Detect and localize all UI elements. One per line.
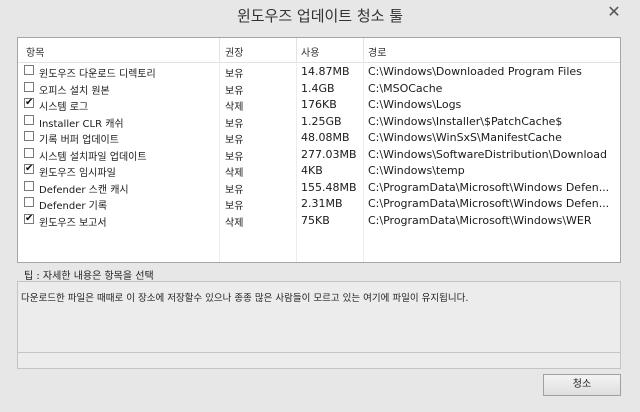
header-divider — [296, 38, 297, 62]
row-recommendation: 보유 — [225, 151, 244, 163]
row-checkbox[interactable] — [24, 114, 34, 125]
row-size: 277.03MB — [301, 147, 357, 161]
row-path: C:\Windows\Logs — [368, 98, 462, 111]
row-size: 2.31MB — [301, 197, 343, 210]
column-header-path[interactable]: 경로 — [368, 44, 386, 59]
description-text: 다운로드한 파일은 때때로 이 장소에 저장할수 있으나 종종 많은 사람들이 … — [21, 293, 469, 304]
row-path: C:\Windows\WinSxS\ManifestCache — [368, 131, 562, 144]
row-recommendation: 삭제 — [225, 102, 244, 113]
column-header-recommended[interactable]: 권장 — [225, 44, 243, 59]
row-checkbox[interactable] — [24, 81, 34, 92]
list-row[interactable]: 오피스 설치 원본 보유 1.4GB C:\MSOCache — [18, 80, 620, 97]
row-path: C:\Windows\SoftwareDistribution\Download — [368, 147, 607, 161]
row-size: 1.25GB — [301, 114, 342, 128]
row-path: C:\ProgramData\Microsoft\Windows\WER — [368, 213, 592, 227]
list-row[interactable]: Defender 기록 보유 2.31MB C:\ProgramData\Micros… — [18, 195, 620, 212]
row-checkbox[interactable] — [24, 147, 34, 158]
row-path: C:\Windows\temp — [368, 164, 465, 177]
title-bar: 윈도우즈 업데이트 청소 툴 ✕ — [0, 0, 640, 30]
row-recommendation: 보유 — [225, 184, 244, 196]
row-recommendation: 보유 — [225, 118, 244, 130]
row-name: 시스템 로그 — [39, 102, 89, 113]
row-recommendation: 보유 — [225, 135, 244, 146]
header-divider — [363, 38, 364, 62]
list-row[interactable]: 시스템 설치파일 업데이트 보유 277.03MB C:\Windows\Softwa… — [18, 146, 620, 163]
list-row[interactable]: 기록 버퍼 업데이트 보유 48.08MB C:\Windows\WinSxS\Man… — [18, 129, 620, 146]
clean-button[interactable]: 청소 — [543, 374, 621, 396]
row-recommendation: 보유 — [225, 69, 244, 80]
list-row[interactable]: ✔ 윈도우즈 보고서 삭제 75KB C:\ProgramData\Microsoft\… — [18, 212, 620, 229]
row-name: 오피스 설치 원본 — [39, 85, 110, 97]
close-button[interactable]: ✕ — [606, 4, 622, 20]
row-path: C:\MSOCache — [368, 81, 443, 95]
row-size: 4KB — [301, 164, 323, 177]
column-header-item[interactable]: 항목 — [26, 44, 44, 59]
row-recommendation: 삭제 — [225, 168, 244, 179]
row-name: 시스템 설치파일 업데이트 — [39, 151, 147, 163]
row-checkbox[interactable] — [24, 65, 34, 75]
row-size: 176KB — [301, 98, 337, 111]
row-recommendation: 삭제 — [225, 217, 244, 229]
description-divider — [18, 352, 620, 353]
row-name: 윈도우즈 보고서 — [39, 217, 107, 229]
list-row[interactable]: ✔ 시스템 로그 삭제 176KB C:\Windows\Logs — [18, 96, 620, 113]
row-name: Defender 기록 — [39, 201, 108, 212]
list-row[interactable]: ✔ 윈도우즈 임시파일 삭제 4KB C:\Windows\temp — [18, 162, 620, 179]
list-row[interactable]: Installer CLR 캐쉬 보유 1.25GB C:\Windows\Insta… — [18, 113, 620, 130]
row-size: 14.87MB — [301, 65, 350, 78]
list-row[interactable]: 윈도우즈 다운로드 디렉토리 보유 14.87MB C:\Windows\Downlo… — [18, 63, 620, 80]
description-box: 다운로드한 파일은 때때로 이 장소에 저장할수 있으나 종종 많은 사람들이 … — [17, 281, 621, 369]
row-size: 48.08MB — [301, 131, 350, 144]
row-size: 155.48MB — [301, 180, 357, 194]
row-recommendation: 보유 — [225, 85, 244, 97]
row-name: 윈도우즈 임시파일 — [39, 168, 116, 179]
item-list[interactable]: 항목 권장 사용 경로 윈도우즈 다운로드 디렉토리 보유 14.87MB C:\Wi… — [17, 37, 621, 263]
window-title: 윈도우즈 업데이트 청소 툴 — [236, 7, 404, 25]
row-size: 1.4GB — [301, 81, 335, 95]
row-checkbox[interactable]: ✔ — [24, 98, 34, 108]
row-path: C:\ProgramData\Microsoft\Windows Defen..… — [368, 180, 610, 194]
row-path: C:\ProgramData\Microsoft\Windows Defen..… — [368, 197, 610, 210]
row-checkbox[interactable] — [24, 197, 34, 207]
row-path: C:\Windows\Downloaded Program Files — [368, 65, 582, 78]
row-checkbox[interactable]: ✔ — [24, 213, 34, 224]
row-name: 윈도우즈 다운로드 디렉토리 — [39, 69, 156, 80]
list-row[interactable]: Defender 스캔 캐시 보유 155.48MB C:\ProgramData\M… — [18, 179, 620, 196]
row-path: C:\Windows\Installer\$PatchCache$ — [368, 114, 563, 128]
row-checkbox[interactable] — [24, 180, 34, 191]
tip-label: 팁 : 자세한 내용은 항목을 선택 — [24, 271, 154, 282]
row-name: Defender 스캔 캐시 — [39, 184, 129, 196]
column-header-usage[interactable]: 사용 — [301, 44, 319, 59]
row-checkbox[interactable] — [24, 131, 34, 141]
row-recommendation: 보유 — [225, 201, 244, 212]
row-checkbox[interactable]: ✔ — [24, 164, 34, 174]
row-size: 75KB — [301, 213, 330, 227]
list-header: 항목 권장 사용 경로 — [18, 38, 620, 63]
header-divider — [219, 38, 220, 62]
row-name: 기록 버퍼 업데이트 — [39, 135, 119, 146]
row-name: Installer CLR 캐쉬 — [39, 118, 124, 130]
